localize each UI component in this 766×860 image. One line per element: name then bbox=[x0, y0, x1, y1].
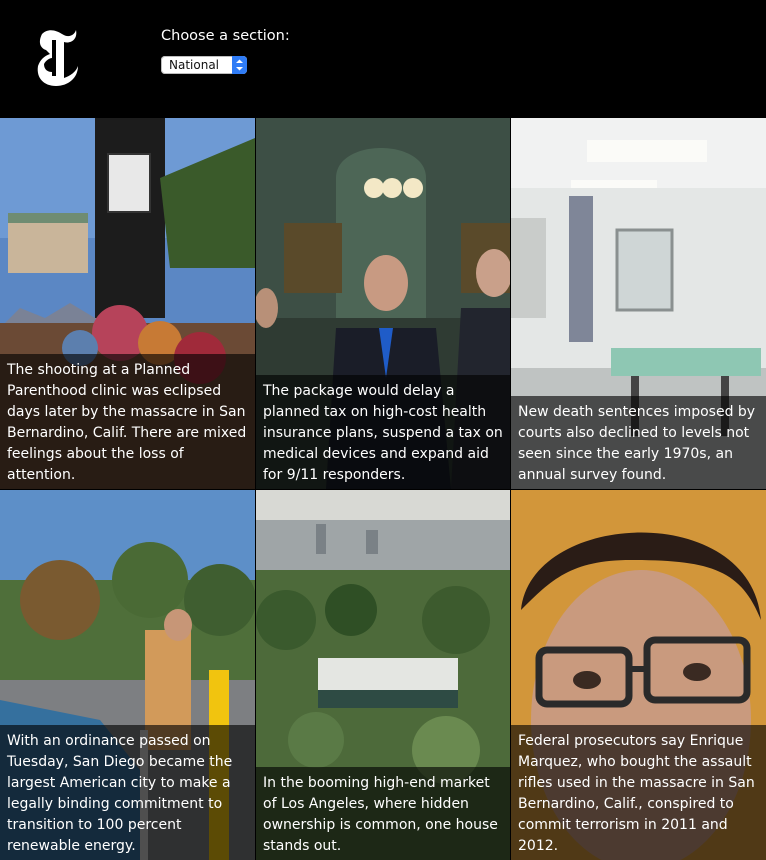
article-tile[interactable]: With an ordinance passed on Tuesday, San… bbox=[0, 490, 255, 860]
nyt-t-logo-icon[interactable] bbox=[34, 26, 82, 88]
article-summary: With an ordinance passed on Tuesday, San… bbox=[0, 725, 255, 860]
header: Choose a section: National bbox=[0, 0, 766, 118]
article-tile[interactable]: In the booming high-end market of Los An… bbox=[256, 490, 510, 860]
article-summary: In the booming high-end market of Los An… bbox=[256, 767, 510, 860]
section-chooser: Choose a section: National bbox=[161, 26, 290, 74]
article-summary: The package would delay a planned tax on… bbox=[256, 375, 510, 489]
article-summary: The shooting at a Planned Parenthood cli… bbox=[0, 354, 255, 489]
article-tile[interactable]: The shooting at a Planned Parenthood cli… bbox=[0, 118, 255, 489]
article-grid: The shooting at a Planned Parenthood cli… bbox=[0, 118, 766, 860]
article-tile[interactable]: Federal prosecutors say Enrique Marquez,… bbox=[511, 490, 766, 860]
section-label: Choose a section: bbox=[161, 28, 290, 44]
article-summary: Federal prosecutors say Enrique Marquez,… bbox=[511, 725, 766, 860]
article-tile[interactable]: New death sentences imposed by courts al… bbox=[511, 118, 766, 489]
article-tile[interactable]: The package would delay a planned tax on… bbox=[256, 118, 510, 489]
select-arrows-icon bbox=[232, 56, 247, 74]
article-summary: New death sentences imposed by courts al… bbox=[511, 396, 766, 489]
section-select-value: National bbox=[169, 58, 220, 72]
section-select[interactable]: National bbox=[161, 56, 247, 74]
